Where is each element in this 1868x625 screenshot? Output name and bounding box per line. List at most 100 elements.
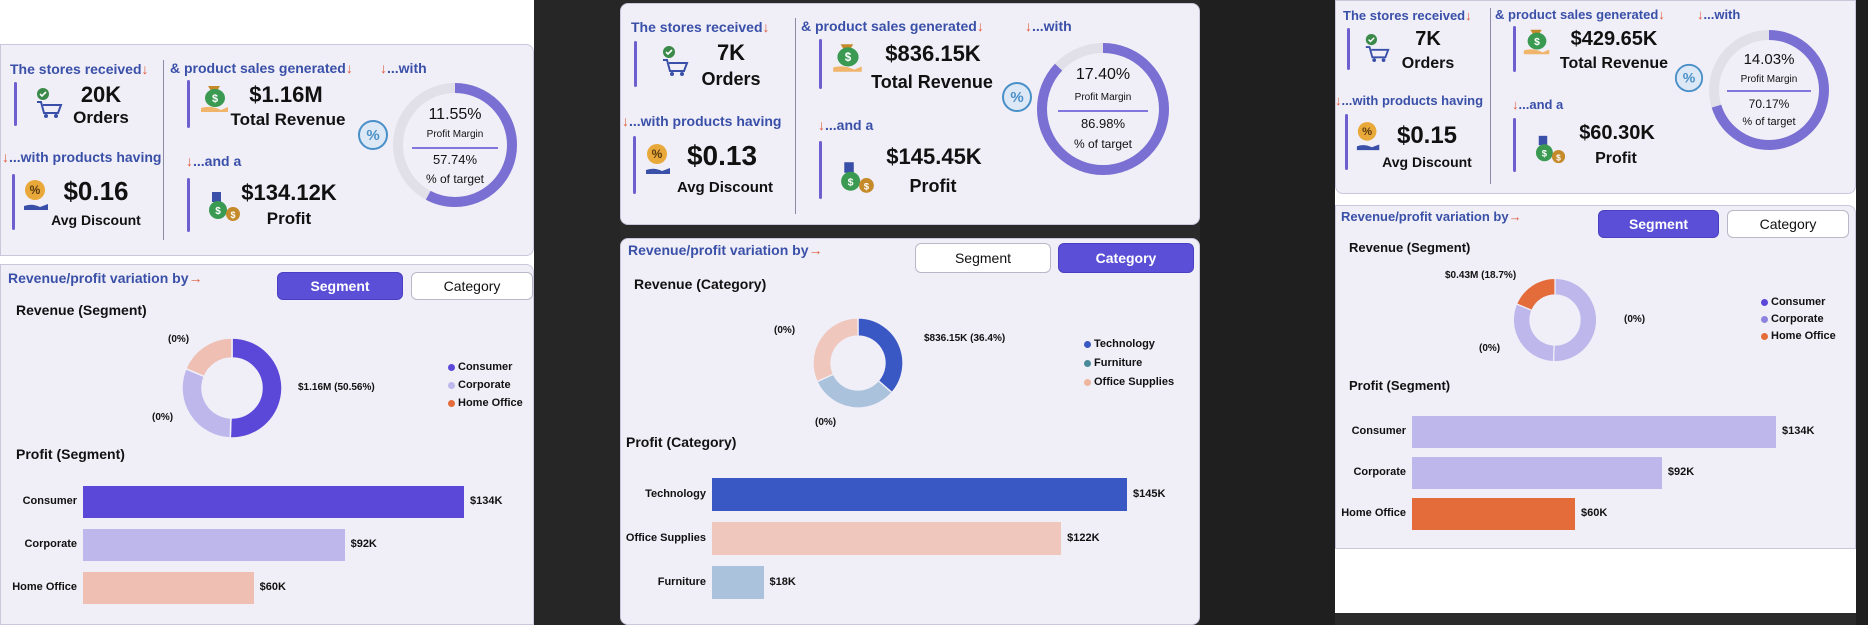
accent-bar: [634, 41, 637, 87]
svg-text:$: $: [848, 176, 854, 188]
bar-category-label: Home Office: [1341, 507, 1406, 519]
revenue-value: $836.15K: [885, 41, 981, 66]
segment-button[interactable]: Segment: [915, 243, 1051, 273]
profit-label: Profit: [266, 209, 312, 228]
with-label: ↓...with: [380, 60, 427, 76]
accent-bar: [1345, 114, 1348, 170]
orders-intro-label: The stores received↓: [10, 61, 149, 77]
orders-value: 7K: [716, 40, 746, 65]
bar-corporate[interactable]: [83, 529, 345, 561]
bar-value-label: $60K: [259, 581, 286, 593]
donut-slice-technology[interactable]: [857, 317, 904, 394]
svg-text:%: %: [366, 127, 379, 144]
divider: [795, 18, 796, 214]
revenue-donut-chart: [812, 317, 904, 409]
bar-value-label: $134K: [470, 495, 503, 507]
and-a-label: ↓...and a: [818, 117, 874, 133]
category-button[interactable]: Category: [1727, 210, 1849, 238]
bar-technology[interactable]: [712, 478, 1127, 511]
bar-category-label: Corporate: [1353, 466, 1406, 478]
bar-corporate[interactable]: [1412, 457, 1662, 489]
orders-label: Orders: [73, 108, 129, 127]
percent-badge-icon: %: [1000, 80, 1034, 119]
orders-value: 7K: [1415, 28, 1441, 50]
variation-label: Revenue/profit variation by→: [628, 242, 823, 258]
bar-home-office[interactable]: [83, 572, 254, 604]
profit-label: Profit: [1595, 150, 1637, 167]
bar-consumer[interactable]: [1412, 416, 1776, 448]
bar-title: Profit (Category): [626, 434, 737, 450]
bar-furniture[interactable]: [712, 566, 764, 599]
dashboard-panel-2: The stores received↓ 7K Orders & product…: [620, 0, 1200, 625]
revenue-label: Total Revenue: [871, 72, 993, 92]
donut-data-label: (0%): [1479, 343, 1501, 354]
pct-of-target-value: 57.74%: [432, 152, 478, 167]
pct-of-target-label: % of target: [1742, 116, 1796, 128]
bar-category-label: Office Supplies: [625, 531, 706, 544]
category-button[interactable]: Category: [411, 272, 533, 300]
sales-intro-label: & product sales generated↓: [1495, 7, 1665, 22]
background-gap: [1856, 0, 1868, 625]
bar-home-office[interactable]: [1412, 498, 1575, 530]
donut-slice-corporate[interactable]: [1512, 303, 1555, 363]
bar-category-label: Technology: [645, 487, 706, 500]
variation-label: Revenue/profit variation by→: [1341, 209, 1522, 224]
svg-text:$: $: [1556, 152, 1561, 162]
revenue-value: $429.65K: [1570, 28, 1658, 50]
accent-bar: [819, 141, 822, 199]
donut-data-label: (0%): [774, 325, 796, 336]
bar-consumer[interactable]: [83, 486, 464, 518]
donut-slice-office-supplies[interactable]: [812, 317, 859, 383]
segment-button[interactable]: Segment: [277, 272, 403, 300]
variation-label: Revenue/profit variation by→: [8, 270, 203, 286]
profit-margin-title: Profit Margin: [1740, 74, 1798, 85]
background-gap: [1200, 0, 1335, 625]
profit-margin-value: 14.03%: [1743, 51, 1795, 68]
discount-label: Avg Discount: [676, 179, 774, 196]
chart-card: [620, 238, 1200, 625]
dashboard-panel-3: The stores received↓ 7K Orders & product…: [1335, 0, 1856, 613]
orders-value: 20K: [80, 82, 122, 107]
accent-bar: [187, 178, 190, 232]
money-hand-icon: $: [198, 82, 232, 121]
segment-button[interactable]: Segment: [1598, 210, 1719, 238]
bar-office-supplies[interactable]: [712, 522, 1062, 555]
bar-category-label: Consumer: [1351, 425, 1406, 437]
percent-badge-icon: %: [356, 118, 390, 157]
profit-label: Profit: [909, 176, 957, 196]
revenue-donut-chart: [181, 337, 283, 439]
dashboard-panel-1: The stores received↓ 20K Orders & produc…: [0, 0, 534, 625]
donut-data-label: (0%): [168, 334, 190, 345]
discount-label: Avg Discount: [51, 212, 141, 228]
profit-margin-value: 17.40%: [1075, 66, 1131, 83]
money-hand-icon: $: [830, 40, 866, 81]
svg-text:%: %: [1683, 70, 1696, 86]
profit-value: $145.45K: [886, 144, 982, 169]
bar-value-label: $134K: [1782, 425, 1815, 437]
bar-category-label: Consumer: [22, 495, 77, 507]
donut-slice-home-office[interactable]: [1515, 277, 1556, 312]
donut-slice-corporate[interactable]: [181, 367, 232, 439]
legend-item: Corporate: [448, 379, 511, 391]
donut-data-label: (0%): [815, 417, 837, 428]
donut-slice-consumer[interactable]: [1552, 277, 1598, 363]
svg-text:$: $: [215, 206, 221, 217]
money-hand-icon: $: [1521, 26, 1553, 63]
cart-icon: [660, 44, 690, 83]
percent-badge-icon: %: [1673, 62, 1705, 99]
discount-value: $0.15: [1396, 122, 1458, 149]
donut-data-label: $0.43M (18.7%): [1445, 270, 1517, 281]
donut-slice-consumer[interactable]: [229, 337, 283, 439]
bar-title: Profit (Segment): [1349, 378, 1451, 393]
discount-label: Avg Discount: [1382, 154, 1472, 170]
category-button[interactable]: Category: [1058, 243, 1194, 273]
orders-label: Orders: [1401, 55, 1455, 72]
revenue-value: $1.16M: [249, 82, 323, 107]
legend-item: Home Office: [448, 397, 523, 409]
accent-bar: [1513, 118, 1516, 172]
svg-text:$: $: [864, 182, 870, 193]
bar-value-label: $18K: [769, 575, 796, 588]
donut-slice-home-office[interactable]: [184, 337, 233, 378]
accent-bar: [819, 39, 822, 89]
accent-bar: [1513, 26, 1516, 72]
